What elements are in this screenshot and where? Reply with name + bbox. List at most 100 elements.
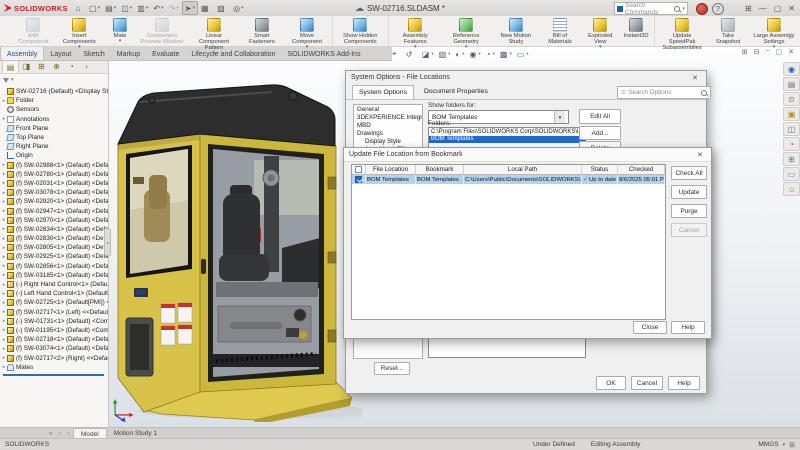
help-icon[interactable]: ? — [712, 3, 724, 15]
close-button[interactable]: Close — [633, 321, 667, 334]
cab-roof[interactable] — [118, 85, 335, 146]
update-action-button[interactable]: Update — [671, 185, 707, 199]
close-doc-icon[interactable]: ✕ — [788, 48, 794, 56]
linear-pattern-icon[interactable]: Linear Component Pattern ▾ — [188, 16, 240, 46]
search-commands-input[interactable]: Search Commands ▾ — [614, 2, 688, 15]
ribbon-collapse-icon[interactable]: ˄ — [788, 36, 792, 42]
resources-icon[interactable]: ▤ — [783, 77, 800, 91]
folder-list-item[interactable]: BOM Templates — [429, 136, 585, 144]
view-orientation-icon[interactable]: ▧ ▾ — [439, 50, 451, 59]
options-tree-item[interactable]: Drawings — [354, 129, 422, 137]
component-preview-icon[interactable]: Component Preview Window ▾ — [136, 16, 188, 46]
previous-view-icon[interactable]: ↺ ▾ — [406, 50, 417, 59]
dimxpertmanager-tab-icon[interactable]: ⊕ — [49, 60, 64, 73]
dropdown-caret-icon[interactable]: ▾ — [526, 51, 528, 57]
dropdown-caret-icon[interactable]: ▾ — [98, 5, 101, 11]
tree-item[interactable]: ▸ (f) SW-03078<1> (Default) <Default_ — [1, 188, 108, 197]
tree-item[interactable]: ▸ (f) SW-02780<1> (Default) <Default_ — [1, 170, 108, 179]
appearances-icon[interactable]: ◔ — [783, 137, 800, 151]
update-action-button[interactable]: Purge — [671, 204, 707, 218]
select-icon[interactable]: ➤ ▾ — [182, 1, 198, 15]
options-tree-item[interactable]: General — [354, 105, 422, 113]
folder-list-item[interactable]: C:\Program Files\SOLIDWORKS Corp\SOLIDWO… — [429, 128, 585, 136]
tree-item[interactable]: ▸ (-) Left Hand Control<1> (Default) < — [1, 289, 108, 298]
dropdown-caret-icon[interactable]: ▾ — [773, 45, 776, 50]
dropdown-caret-icon[interactable]: ▾ — [509, 51, 511, 57]
options-tree-item[interactable]: MBD — [354, 121, 422, 129]
close-icon[interactable]: ✕ — [689, 74, 701, 82]
maximize-doc-icon[interactable]: ▢ — [776, 48, 783, 56]
hide-show-items-icon[interactable]: ◉ ▾ — [470, 50, 481, 59]
smart-fasteners-icon[interactable]: Smart Fasteners ▾ — [240, 16, 284, 46]
displaymanager-tab-icon[interactable]: ◔ — [64, 60, 79, 73]
tree-item[interactable]: ▸ (-) SW-01195<1> (Default) <Compo — [1, 326, 108, 335]
dropdown-caret-icon[interactable]: ▾ — [448, 51, 450, 57]
dropdown-caret-icon[interactable]: ▾ — [161, 5, 164, 11]
tree-item[interactable]: ▸ Front Plane — [1, 124, 108, 133]
3dexperience-icon[interactable]: ◉ — [783, 62, 800, 76]
dropdown-caret-icon[interactable]: ▾ — [241, 5, 244, 11]
home-icon[interactable]: ⌂ ▾ — [74, 2, 86, 14]
tree-item[interactable]: ▸ (f) SW-03074<1> (Default) <Default_ — [1, 344, 108, 353]
command-tab[interactable]: Assembly — [0, 46, 44, 60]
large-assembly-settings-icon[interactable]: Large Assembly Settings ▾ — [748, 16, 800, 46]
tree-root-item[interactable]: SW-02716 (Default) <Display State-1> — [1, 87, 108, 96]
dropdown-caret-icon[interactable]: ▾ — [306, 45, 309, 50]
cancel-button[interactable]: Cancel — [631, 376, 663, 390]
update-dialog-titlebar[interactable]: Update File Location from Bookmark ✕ — [344, 148, 711, 162]
configurationmanager-tab-icon[interactable]: ⊞ — [34, 60, 49, 73]
file-properties-icon[interactable]: ▧ ▾ — [215, 2, 230, 14]
tree-item[interactable]: ▸ (f) SW-02717<1> (Left) <<Default>_ — [1, 308, 108, 317]
command-tab[interactable]: Markup — [111, 46, 146, 60]
tree-item[interactable]: ▸ Origin — [1, 151, 108, 160]
exploded-view-icon[interactable]: Exploded View ▾ — [580, 16, 620, 46]
view-palette-icon[interactable]: ◫ — [783, 122, 800, 136]
tree-item[interactable]: ▸ (f) SW-02925<1> (Default) <Default_ — [1, 252, 108, 261]
tree-item[interactable]: ▸ (f) SW-03185<1> (Default) <Default_ — [1, 271, 108, 280]
panel-collapse-handle[interactable]: ◂ — [104, 228, 111, 256]
print-icon[interactable]: ▥ ▾ — [135, 2, 150, 14]
tree-item[interactable]: ▸ Right Plane — [1, 142, 108, 151]
tree-item[interactable]: ▸ Mates — [1, 363, 108, 372]
cab-model[interactable] — [104, 82, 362, 422]
redo-icon[interactable]: ↷ ▾ — [167, 2, 181, 14]
tree-item[interactable]: ▸ (f) SW-02830<1> (Default) <Default_ — [1, 234, 108, 243]
propertymanager-tab-icon[interactable]: ◨ — [19, 60, 34, 73]
search-icon[interactable] — [701, 90, 707, 96]
dropdown-caret-icon[interactable]: ▾ — [114, 5, 117, 11]
dropdown-caret-icon[interactable]: ▾ — [192, 5, 195, 11]
forum-icon[interactable]: ▭ — [783, 167, 800, 181]
update-action-button[interactable]: Cancel — [671, 223, 707, 237]
dropdown-caret-icon[interactable]: ▾ — [176, 5, 179, 11]
tree-item[interactable]: ▸ (f) SW-02725<1> (Default[PMI]) <De — [1, 298, 108, 307]
reference-geometry-icon[interactable]: Reference Geometry ▾ — [440, 16, 492, 46]
dropdown-caret-icon[interactable]: ▾ — [414, 45, 417, 50]
command-tab[interactable]: Sketch — [77, 46, 110, 60]
mate-icon[interactable]: Mate ▾ — [104, 16, 136, 46]
restore-doc-icon[interactable]: − — [765, 48, 769, 56]
rollback-bar[interactable] — [3, 374, 104, 376]
user-avatar[interactable] — [696, 3, 708, 15]
view-settings-icon[interactable]: ▭ ▾ — [517, 50, 529, 59]
options-tree-item[interactable]: Display Style — [354, 137, 422, 145]
edit-appearance-icon[interactable]: ◔ ▾ — [486, 50, 495, 59]
help-button[interactable]: Help — [671, 321, 705, 334]
column-header[interactable]: Local Path — [464, 165, 582, 175]
display-style-icon[interactable]: ◐ ▾ — [455, 50, 464, 59]
zoom-fit-icon[interactable]: ⌖ ▾ — [392, 49, 401, 59]
options-tree-item[interactable]: 3DEXPERIENCE Integration — [354, 113, 422, 121]
dropdown-caret-icon[interactable]: ▾ — [119, 39, 122, 44]
status-units[interactable]: MMGS — [758, 441, 778, 448]
new-document-icon[interactable]: ▢ ▾ — [87, 2, 102, 14]
close-icon[interactable]: ✕ — [788, 4, 795, 13]
minimize-doc-icon[interactable]: ⊟ — [754, 48, 760, 56]
rebuild-icon[interactable]: ▦ ▾ — [199, 2, 214, 14]
tree-item[interactable]: ▸ (-) SW-01731<1> (Default) <Compo — [1, 317, 108, 326]
take-snapshot-icon[interactable]: Take Snapshot ▾ — [708, 16, 748, 46]
assembly-features-icon[interactable]: Assembly Features ▾ — [390, 16, 440, 46]
help-button[interactable]: Help — [668, 376, 700, 390]
tab-document-properties[interactable]: Document Properties — [418, 85, 494, 98]
minimize-icon[interactable]: — — [759, 4, 767, 13]
dropdown-caret-icon[interactable]: ▾ — [130, 5, 133, 11]
units-caret-icon[interactable]: ▾ — [783, 442, 786, 448]
